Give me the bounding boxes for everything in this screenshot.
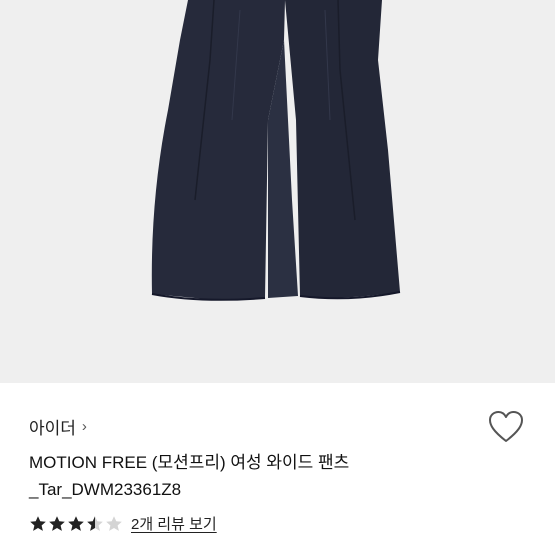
star-filled-icon: [49, 515, 65, 531]
star-rating: [29, 515, 123, 533]
product-title-line2: _Tar_DWM23361Z8: [29, 480, 182, 499]
star-filled-icon: [30, 515, 46, 531]
rating-row: 2개 리뷰 보기: [29, 513, 217, 534]
wide-pants-photo: [151, 0, 401, 301]
product-info: 아이더 › MOTION FREE (모션프리) 여성 와이드 팬츠 _Tar_…: [0, 383, 555, 555]
product-image[interactable]: [0, 0, 555, 383]
brand-link[interactable]: 아이더 ›: [29, 414, 87, 439]
review-link[interactable]: 2개 리뷰 보기: [131, 513, 217, 534]
product-title: MOTION FREE (모션프리) 여성 와이드 팬츠 _Tar_DWM233…: [29, 449, 469, 503]
brand-name: 아이더: [29, 419, 76, 438]
heart-icon[interactable]: [487, 409, 525, 445]
star-filled-icon: [68, 515, 84, 531]
product-title-line1: MOTION FREE (모션프리) 여성 와이드 팬츠: [29, 453, 350, 472]
star-half-icon: [87, 515, 103, 531]
chevron-right-icon: ›: [81, 418, 87, 435]
star-empty-icon: [106, 515, 122, 531]
